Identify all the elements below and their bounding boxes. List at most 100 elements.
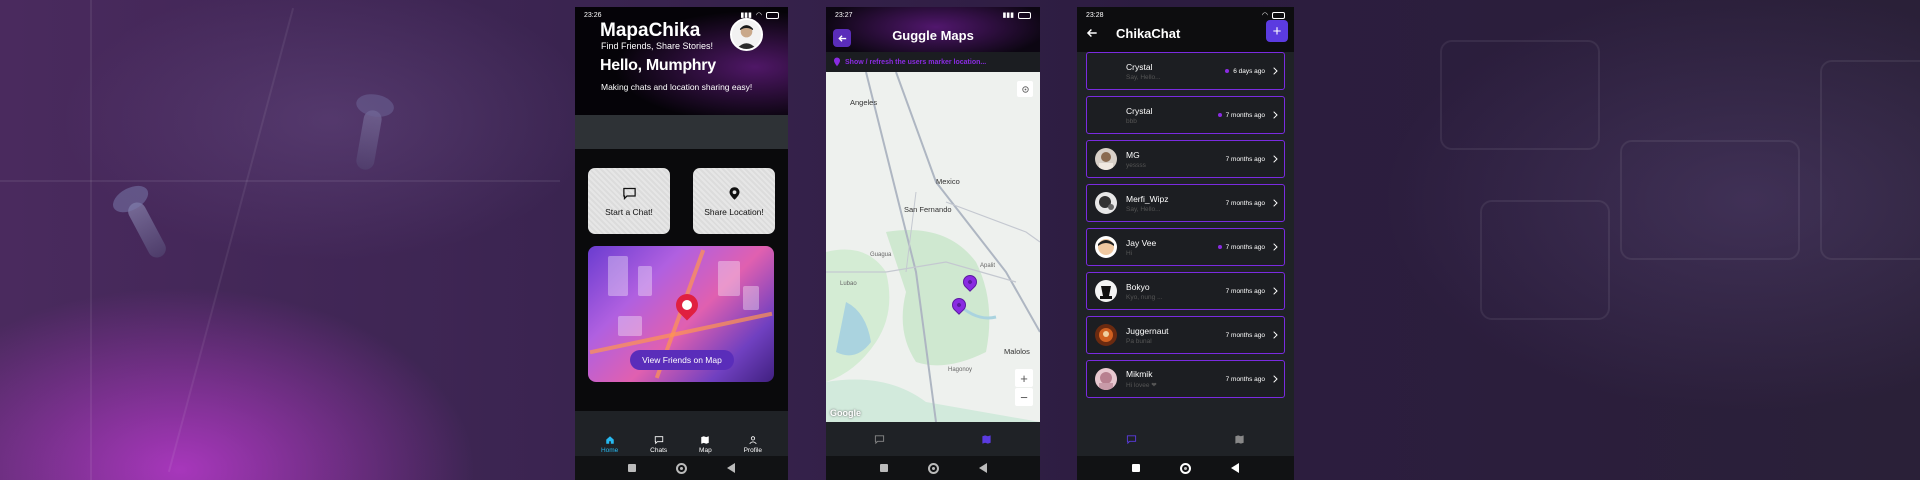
chat-item[interactable]: Crystal bbb 7 months ago [1086, 96, 1285, 134]
chevron-right-icon [1273, 287, 1278, 295]
home-body: Start a Chat! Share Location! View Frien… [575, 149, 788, 411]
chat-time: 7 months ago [1225, 243, 1265, 251]
chat-time: 6 days ago [1233, 67, 1265, 75]
chevron-right-icon [1273, 155, 1278, 163]
tab-home[interactable]: Home [601, 435, 618, 454]
chat-item[interactable]: Jay Vee Hi 7 months ago [1086, 228, 1285, 266]
start-chat-label: Start a Chat! [605, 206, 653, 217]
map-line [90, 0, 92, 480]
chat-item[interactable]: Bokyo Kyo, nung ... 7 months ago [1086, 272, 1285, 310]
unread-dot [1217, 113, 1222, 117]
refresh-markers-bar[interactable]: Show / refresh the users marker location… [826, 52, 1040, 72]
map-line [0, 180, 560, 182]
chat-time: 7 months ago [1225, 111, 1265, 119]
recents-button[interactable] [628, 464, 636, 472]
chat-item[interactable]: MG yessss 7 months ago [1086, 140, 1285, 178]
profile-icon [749, 435, 757, 444]
page-title: ChikaChat [1116, 26, 1181, 41]
share-location-label: Share Location! [704, 206, 764, 217]
chat-list: Crystal Say, Hello... 6 days ago Crystal… [1086, 52, 1285, 404]
start-chat-card[interactable]: Start a Chat! [588, 168, 670, 234]
chevron-right-icon [1273, 199, 1278, 207]
chat-item[interactable]: Juggernaut Pa bunal 7 months ago [1086, 316, 1285, 354]
chat-bubble-icon [622, 187, 636, 200]
chat-last-message: Say, Hello... [1126, 73, 1161, 81]
map-screen: 23:27 ▮▮▮ Guggle Maps Show / refresh the… [826, 7, 1040, 480]
place-label: Guagua [870, 252, 892, 258]
place-label: Angeles [850, 98, 878, 107]
view-friends-map-button[interactable]: View Friends on Map [630, 350, 734, 370]
my-location-button[interactable] [1017, 81, 1033, 97]
chevron-right-icon [1273, 243, 1278, 251]
status-time: 23:27 [835, 11, 853, 19]
greeting: Hello, Mumphry [600, 57, 716, 74]
chat-last-message: Hi [1126, 249, 1133, 257]
chat-item[interactable]: Mikmik Hi lovee ❤ 7 months ago [1086, 360, 1285, 398]
recents-button[interactable] [1132, 464, 1140, 472]
tab-profile[interactable]: Profile [744, 435, 762, 454]
tab-chats[interactable]: Chats [650, 435, 667, 454]
avatar [1095, 60, 1117, 82]
divider-band [575, 115, 788, 149]
google-logo: Google [830, 408, 861, 418]
map-icon[interactable] [1234, 434, 1245, 445]
zoom-in-button[interactable]: + [1015, 369, 1033, 387]
avatar [1095, 368, 1117, 390]
chevron-right-icon [1273, 111, 1278, 119]
bottom-navigation [1077, 422, 1294, 457]
friends-map-card[interactable]: View Friends on Map [588, 246, 774, 382]
crosshair-icon [1021, 85, 1029, 93]
chat-screen: 23:28 ◠ ChikaChat + Crystal Say, Hello..… [1077, 7, 1294, 480]
avatar [1095, 192, 1117, 214]
chat-name: Crystal [1126, 61, 1153, 72]
avatar [1095, 148, 1117, 170]
map-icon[interactable] [981, 434, 992, 445]
zoom-out-button[interactable]: − [1015, 388, 1033, 406]
greeting-subtext: Making chats and location sharing easy! [601, 82, 753, 92]
chat-last-message: Hi lovee ❤ [1126, 382, 1157, 389]
user-avatar[interactable] [730, 18, 763, 51]
chat-icon[interactable] [874, 434, 885, 445]
chat-item[interactable]: Crystal Say, Hello... 6 days ago [1086, 52, 1285, 90]
arrow-left-icon[interactable] [1085, 26, 1099, 40]
chevron-right-icon [1273, 375, 1278, 383]
bottom-navigation [826, 422, 1040, 457]
chat-name: Juggernaut [1126, 325, 1169, 336]
home-button[interactable] [927, 462, 939, 474]
pushpin-decoration [124, 199, 170, 261]
map-icon [701, 435, 710, 444]
chat-time: 7 months ago [1225, 375, 1265, 383]
chat-time: 7 months ago [1225, 199, 1265, 207]
map-header: 23:27 ▮▮▮ Guggle Maps [826, 7, 1040, 52]
home-button[interactable] [676, 462, 687, 474]
app-title: MapaChika [600, 20, 701, 41]
chat-name: Mikmik [1126, 369, 1153, 379]
place-label: San Fernando [904, 205, 952, 214]
home-icon [605, 435, 614, 444]
battery-icon [766, 11, 779, 19]
keycap-decoration [1440, 40, 1600, 150]
back-button[interactable] [978, 463, 987, 473]
chat-icon [654, 435, 663, 444]
add-chat-button[interactable]: + [1266, 20, 1288, 42]
tab-map[interactable]: Map [699, 435, 712, 454]
chat-time: 7 months ago [1225, 287, 1265, 295]
back-button[interactable] [727, 463, 735, 473]
map-line [167, 7, 295, 473]
chat-last-message: yessss [1126, 161, 1146, 169]
share-location-card[interactable]: Share Location! [693, 168, 775, 234]
avatar [1095, 236, 1117, 258]
home-button[interactable] [1180, 462, 1191, 474]
status-bar: 23:28 ◠ [1077, 7, 1294, 23]
page-title: Guggle Maps [892, 28, 974, 43]
keycap-decoration [1820, 60, 1920, 260]
chat-icon[interactable] [1126, 434, 1137, 445]
chat-name: Crystal [1126, 105, 1153, 116]
chat-item[interactable]: Merfi_Wipz Say, Hello... 7 months ago [1086, 184, 1285, 222]
recents-button[interactable] [879, 464, 888, 472]
place-label: Hagonoy [948, 367, 973, 373]
chevron-right-icon [1273, 67, 1278, 75]
app-tagline: Find Friends, Share Stories! [601, 41, 714, 51]
map-view[interactable]: Angeles Mexico San Fernando Guagua Lubao… [826, 72, 1040, 422]
back-button[interactable] [1231, 463, 1239, 473]
